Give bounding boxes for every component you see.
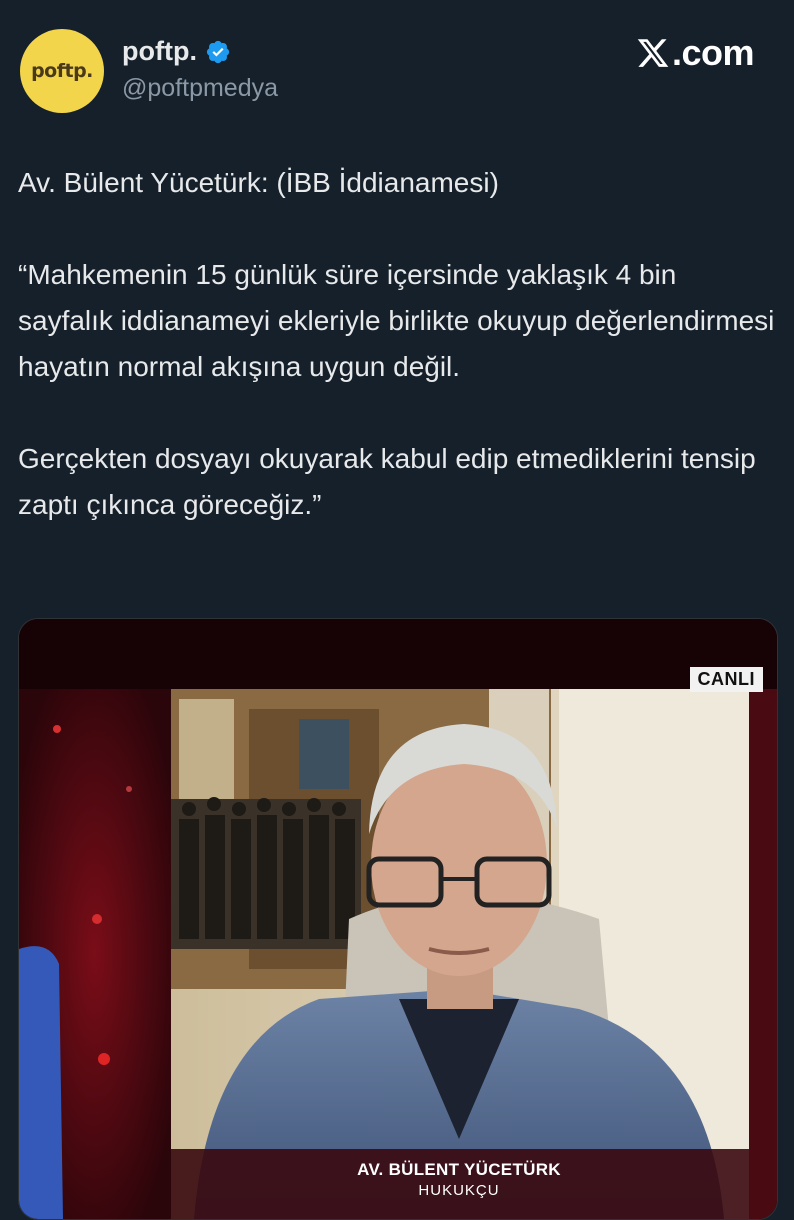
guest-title-caption: HUKUKÇU xyxy=(418,1182,500,1199)
x-brand-link[interactable]: .com xyxy=(636,32,755,74)
guest-name-caption: AV. BÜLENT YÜCETÜRK xyxy=(357,1160,561,1179)
author-handle[interactable]: @poftpmedya xyxy=(122,74,278,103)
author-name-row: poftp. xyxy=(122,36,231,67)
avatar[interactable]: poftp. xyxy=(20,29,104,113)
tweet-video[interactable]: CANLI AV. BÜLENT YÜCETÜRK HUKUKÇU xyxy=(18,618,778,1220)
tweet-paragraph-closing: Gerçekten dosyayı okuyarak kabul edip et… xyxy=(18,443,756,520)
video-frame-illustration xyxy=(19,619,777,1219)
x-logo-icon xyxy=(637,39,669,67)
avatar-logo-text: poftp. xyxy=(31,60,93,82)
live-badge: CANLI xyxy=(689,667,763,692)
x-brand-domain: .com xyxy=(671,32,755,73)
tweet-paragraph-heading: Av. Bülent Yücetürk: (İBB İddianamesi) xyxy=(18,167,499,198)
tweet-body: Av. Bülent Yücetürk: (İBB İddianamesi) “… xyxy=(18,160,778,528)
author-display-name[interactable]: poftp. xyxy=(122,36,197,67)
verified-badge-icon xyxy=(206,40,230,63)
video-lower-third: AV. BÜLENT YÜCETÜRK HUKUKÇU xyxy=(339,1160,579,1199)
tweet-paragraph-quote: “Mahkemenin 15 günlük süre içersinde yak… xyxy=(18,259,775,382)
tweet-header: poftp. poftp. @poftpmedya .com xyxy=(0,0,794,140)
